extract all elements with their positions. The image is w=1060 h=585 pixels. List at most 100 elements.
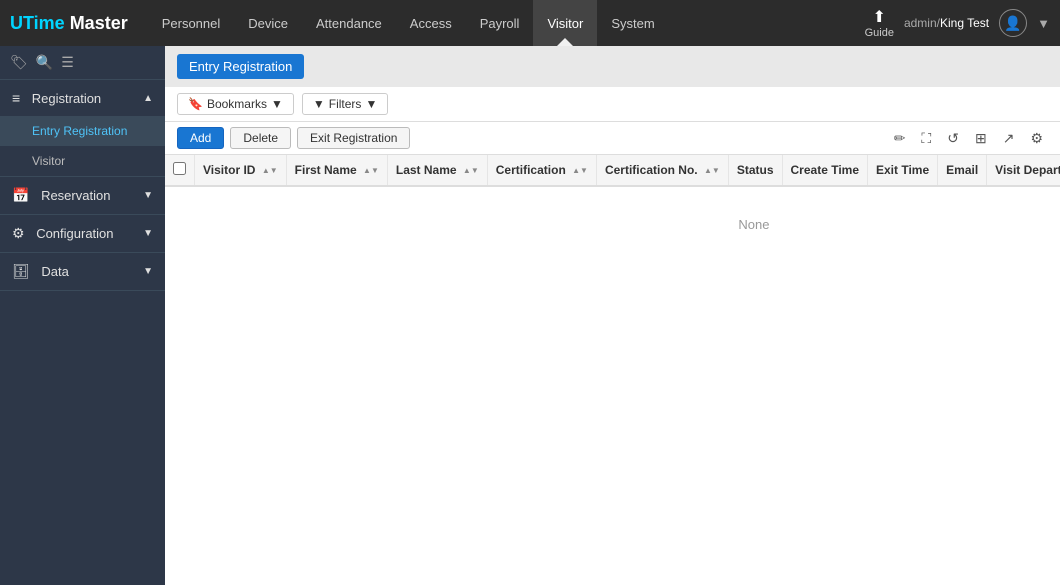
col-certification-no[interactable]: Certification No. ▲▼ — [596, 155, 728, 186]
export-icon-button[interactable]: ↗ — [998, 128, 1020, 149]
registration-section-label: Registration — [32, 91, 101, 106]
sidebar-section-reservation-header[interactable]: 📅 Reservation ▼ — [0, 177, 165, 214]
sort-certification-no-icon: ▲▼ — [704, 166, 720, 175]
list-icon[interactable]: ☰ — [61, 54, 74, 71]
content-area: Entry Registration 🔖 Bookmarks ▼ ▼ Filte… — [165, 46, 1060, 585]
data-section-icon: 🗄 — [12, 263, 30, 279]
col-first-name[interactable]: First Name ▲▼ — [286, 155, 387, 186]
nav-item-access[interactable]: Access — [396, 0, 466, 46]
sidebar-section-configuration: ⚙ Configuration ▼ — [0, 215, 165, 253]
app-logo[interactable]: UTime Master — [10, 13, 128, 34]
reservation-section-label: Reservation — [41, 188, 110, 203]
sidebar-section-data: 🗄 Data ▼ — [0, 253, 165, 291]
expand-icon: ⛶ — [921, 130, 931, 146]
sidebar-item-visitor[interactable]: Visitor — [0, 146, 165, 176]
sidebar-section-data-header[interactable]: 🗄 Data ▼ — [0, 253, 165, 290]
filters-label: Filters — [329, 97, 362, 111]
nav-item-payroll[interactable]: Payroll — [466, 0, 534, 46]
filter-icon: ▼ — [313, 97, 325, 111]
col-last-name-label: Last Name — [396, 163, 457, 177]
guide-area[interactable]: ⬆ Guide — [865, 7, 894, 39]
edit-icon: ✏ — [894, 130, 906, 146]
nav-item-visitor[interactable]: Visitor — [533, 0, 597, 46]
edit-icon-button[interactable]: ✏ — [889, 128, 911, 149]
col-visit-department-label: Visit Department — [995, 163, 1060, 177]
sidebar-toolbar: 🏷 🔍 ☰ — [0, 46, 165, 80]
col-first-name-label: First Name — [295, 163, 357, 177]
delete-button[interactable]: Delete — [230, 127, 291, 149]
bookmarks-label: Bookmarks — [207, 97, 267, 111]
col-email[interactable]: Email — [938, 155, 987, 186]
configuration-section-icon: ⚙ — [12, 225, 25, 241]
col-create-time[interactable]: Create Time — [782, 155, 867, 186]
sub-header: Entry Registration — [165, 46, 1060, 87]
checkbox-col-header[interactable] — [165, 155, 195, 186]
search-icon[interactable]: 🔍 — [36, 54, 53, 71]
sort-certification-icon: ▲▼ — [572, 166, 588, 175]
nav-item-device[interactable]: Device — [234, 0, 302, 46]
action-right: ✏ ⛶ ↺ ⊞ ↗ ⚙ — [889, 128, 1048, 149]
sidebar: 🏷 🔍 ☰ ≡ Registration ▲ Entry Registratio… — [0, 46, 165, 585]
sort-last-name-icon: ▲▼ — [463, 166, 479, 175]
sidebar-section-registration: ≡ Registration ▲ Entry Registration Visi… — [0, 80, 165, 177]
col-visit-department[interactable]: Visit Department — [987, 155, 1060, 186]
nav-items: Personnel Device Attendance Access Payro… — [148, 0, 865, 46]
add-button[interactable]: Add — [177, 127, 224, 149]
bookmarks-button[interactable]: 🔖 Bookmarks ▼ — [177, 93, 294, 115]
empty-row: None — [165, 186, 1060, 262]
sort-visitor-id-icon: ▲▼ — [262, 166, 278, 175]
columns-icon-button[interactable]: ⊞ — [970, 128, 992, 149]
logo-master: Master — [65, 13, 128, 33]
user-dropdown-icon[interactable]: ▼ — [1037, 16, 1050, 31]
guide-label: Guide — [865, 27, 894, 39]
tag-icon[interactable]: 🏷 — [10, 54, 28, 71]
empty-text: None — [165, 186, 1060, 262]
refresh-icon: ↺ — [947, 130, 959, 146]
col-certification[interactable]: Certification ▲▼ — [487, 155, 596, 186]
filters-button[interactable]: ▼ Filters ▼ — [302, 93, 388, 115]
export-icon: ↗ — [1003, 130, 1015, 146]
table-container: Visitor ID ▲▼ First Name ▲▼ Last Name ▲▼ — [165, 155, 1060, 585]
expand-icon-button[interactable]: ⛶ — [916, 128, 936, 149]
sidebar-section-registration-header[interactable]: ≡ Registration ▲ — [0, 80, 165, 116]
nav-right: ⬆ Guide admin/King Test 👤 ▼ — [865, 7, 1050, 39]
col-certification-no-label: Certification No. — [605, 163, 698, 177]
select-all-checkbox[interactable] — [173, 162, 186, 175]
col-visitor-id-label: Visitor ID — [203, 163, 255, 177]
toolbar: 🔖 Bookmarks ▼ ▼ Filters ▼ — [165, 87, 1060, 122]
exit-registration-button[interactable]: Exit Registration — [297, 127, 410, 149]
user-name: King Test — [940, 16, 989, 30]
col-create-time-label: Create Time — [791, 163, 859, 177]
table-body: None — [165, 186, 1060, 262]
registration-chevron-icon: ▲ — [143, 93, 153, 104]
sidebar-section-configuration-header[interactable]: ⚙ Configuration ▼ — [0, 215, 165, 252]
sidebar-item-entry-registration[interactable]: Entry Registration — [0, 116, 165, 146]
refresh-icon-button[interactable]: ↺ — [942, 128, 964, 149]
col-exit-time[interactable]: Exit Time — [868, 155, 938, 186]
col-status-label: Status — [737, 163, 774, 177]
registration-section-icon: ≡ — [12, 90, 20, 106]
logo-utime: UTime — [10, 13, 65, 33]
breadcrumb-button[interactable]: Entry Registration — [177, 54, 304, 79]
nav-item-system[interactable]: System — [597, 0, 668, 46]
col-last-name[interactable]: Last Name ▲▼ — [387, 155, 487, 186]
settings-icon-button[interactable]: ⚙ — [1025, 128, 1048, 149]
user-info: admin/King Test — [904, 16, 989, 30]
nav-item-personnel[interactable]: Personnel — [148, 0, 235, 46]
settings-icon: ⚙ — [1030, 130, 1043, 146]
reservation-section-icon: 📅 — [12, 187, 29, 203]
user-avatar[interactable]: 👤 — [999, 9, 1027, 37]
data-table: Visitor ID ▲▼ First Name ▲▼ Last Name ▲▼ — [165, 155, 1060, 262]
sort-first-name-icon: ▲▼ — [363, 166, 379, 175]
bookmark-icon: 🔖 — [188, 97, 203, 111]
col-visitor-id[interactable]: Visitor ID ▲▼ — [195, 155, 287, 186]
filters-dropdown-icon: ▼ — [365, 97, 377, 111]
action-bar: Add Delete Exit Registration ✏ ⛶ ↺ ⊞ ↗ — [165, 122, 1060, 155]
data-section-label: Data — [41, 264, 68, 279]
nav-item-attendance[interactable]: Attendance — [302, 0, 396, 46]
main-layout: 🏷 🔍 ☰ ≡ Registration ▲ Entry Registratio… — [0, 46, 1060, 585]
configuration-section-label: Configuration — [36, 226, 113, 241]
avatar-icon: 👤 — [1004, 15, 1021, 32]
columns-icon: ⊞ — [975, 130, 987, 146]
col-status[interactable]: Status — [728, 155, 782, 186]
